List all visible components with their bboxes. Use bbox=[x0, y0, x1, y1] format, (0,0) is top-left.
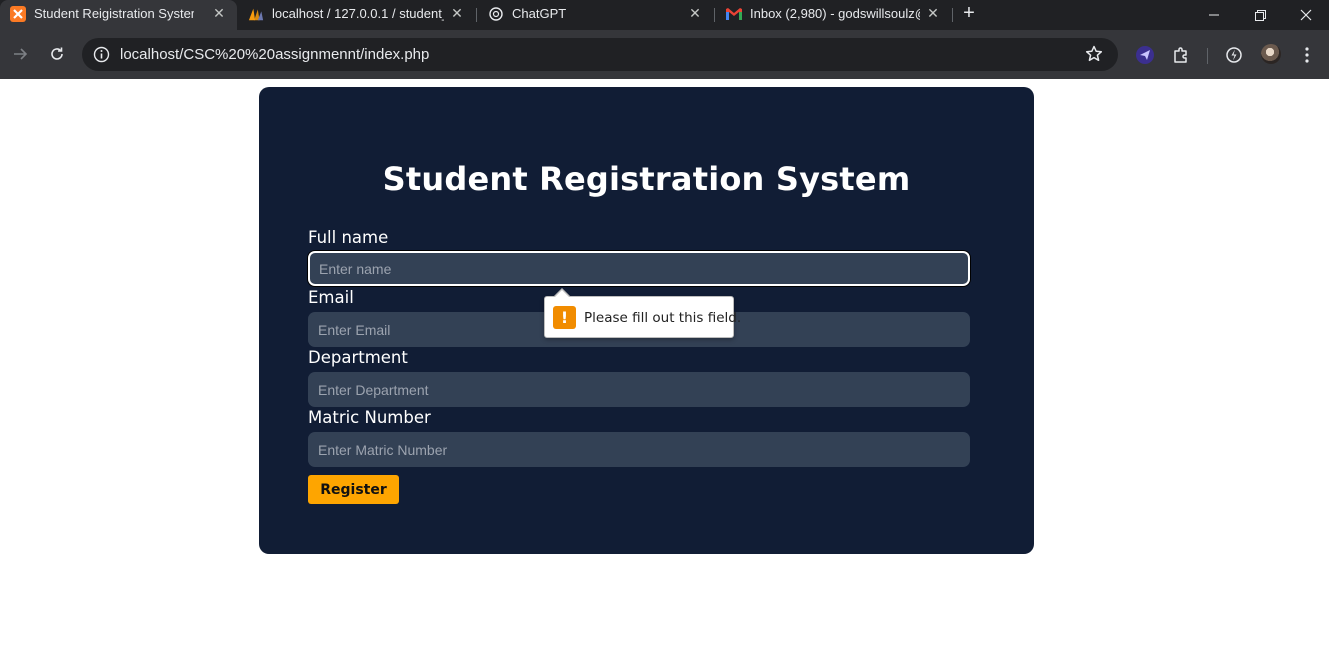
tab-phpmyadmin[interactable]: localhost / 127.0.0.1 / student_c ✕ bbox=[238, 0, 474, 30]
close-tab-icon[interactable]: ✕ bbox=[924, 4, 942, 22]
tab-separator bbox=[476, 8, 477, 22]
tooltip-arrow-fill bbox=[554, 290, 570, 298]
forward-button[interactable] bbox=[6, 40, 34, 68]
chatgpt-icon bbox=[488, 6, 504, 22]
tab-chatgpt[interactable]: ChatGPT ✕ bbox=[478, 0, 714, 30]
tab-separator bbox=[714, 8, 715, 22]
reload-icon bbox=[51, 47, 63, 60]
restore-icon bbox=[1254, 9, 1266, 21]
toolbar-separator bbox=[1207, 48, 1208, 64]
matric-number-label: Matric Number bbox=[308, 408, 431, 427]
tab-title: Inbox (2,980) - godswillsoulz@g bbox=[750, 6, 920, 21]
address-bar[interactable]: localhost/CSC%20%20assignmennt/index.php bbox=[82, 38, 1118, 71]
close-tab-icon[interactable]: ✕ bbox=[448, 4, 466, 22]
gmail-icon bbox=[726, 6, 742, 22]
extension-send-icon[interactable] bbox=[1134, 44, 1156, 66]
url-text: localhost/CSC%20%20assignmennt/index.php bbox=[120, 46, 430, 63]
menu-kebab-icon[interactable] bbox=[1296, 44, 1318, 66]
close-icon bbox=[1300, 9, 1312, 21]
register-button[interactable]: Register bbox=[308, 475, 399, 504]
close-tab-icon[interactable]: ✕ bbox=[210, 4, 228, 22]
tab-title: ChatGPT bbox=[512, 6, 567, 21]
department-input[interactable] bbox=[308, 372, 970, 407]
arrow-right-icon bbox=[14, 48, 28, 60]
site-info-icon[interactable] bbox=[92, 45, 111, 64]
close-window-button[interactable] bbox=[1283, 0, 1329, 30]
xampp-icon bbox=[10, 6, 26, 22]
email-label: Email bbox=[308, 288, 354, 307]
matric-number-input[interactable] bbox=[308, 432, 970, 467]
new-tab-button[interactable]: + bbox=[958, 3, 980, 25]
profile-avatar[interactable] bbox=[1261, 44, 1281, 64]
tab-student-registration[interactable]: Student Reigistration System ✕ bbox=[0, 0, 237, 30]
close-tab-icon[interactable]: ✕ bbox=[686, 4, 704, 22]
phpmyadmin-icon bbox=[248, 6, 264, 22]
bookmark-star-icon[interactable] bbox=[1084, 44, 1104, 64]
validation-tooltip: ! Please fill out this field. bbox=[544, 288, 741, 338]
tab-title: Student Reigistration System bbox=[34, 6, 194, 21]
department-label: Department bbox=[308, 348, 408, 367]
full-name-input[interactable] bbox=[308, 251, 970, 286]
page-title: Student Registration System bbox=[382, 160, 911, 198]
tab-title: localhost / 127.0.0.1 / student_c bbox=[272, 6, 444, 21]
tab-gmail[interactable]: Inbox (2,980) - godswillsoulz@g ✕ bbox=[716, 0, 952, 30]
minimize-button[interactable] bbox=[1191, 0, 1237, 30]
performance-icon[interactable] bbox=[1223, 44, 1245, 66]
extensions-puzzle-icon[interactable] bbox=[1170, 44, 1192, 66]
restore-button[interactable] bbox=[1237, 0, 1283, 30]
browser-toolbar: localhost/CSC%20%20assignmennt/index.php bbox=[0, 30, 1329, 79]
validation-message: Please fill out this field. bbox=[584, 310, 742, 326]
warning-icon: ! bbox=[553, 306, 576, 329]
reload-button[interactable] bbox=[43, 40, 71, 68]
full-name-label: Full name bbox=[308, 228, 389, 247]
tab-strip: Student Reigistration System ✕ localhost… bbox=[0, 0, 1329, 30]
minimize-icon bbox=[1209, 14, 1219, 16]
tab-separator bbox=[952, 8, 953, 22]
